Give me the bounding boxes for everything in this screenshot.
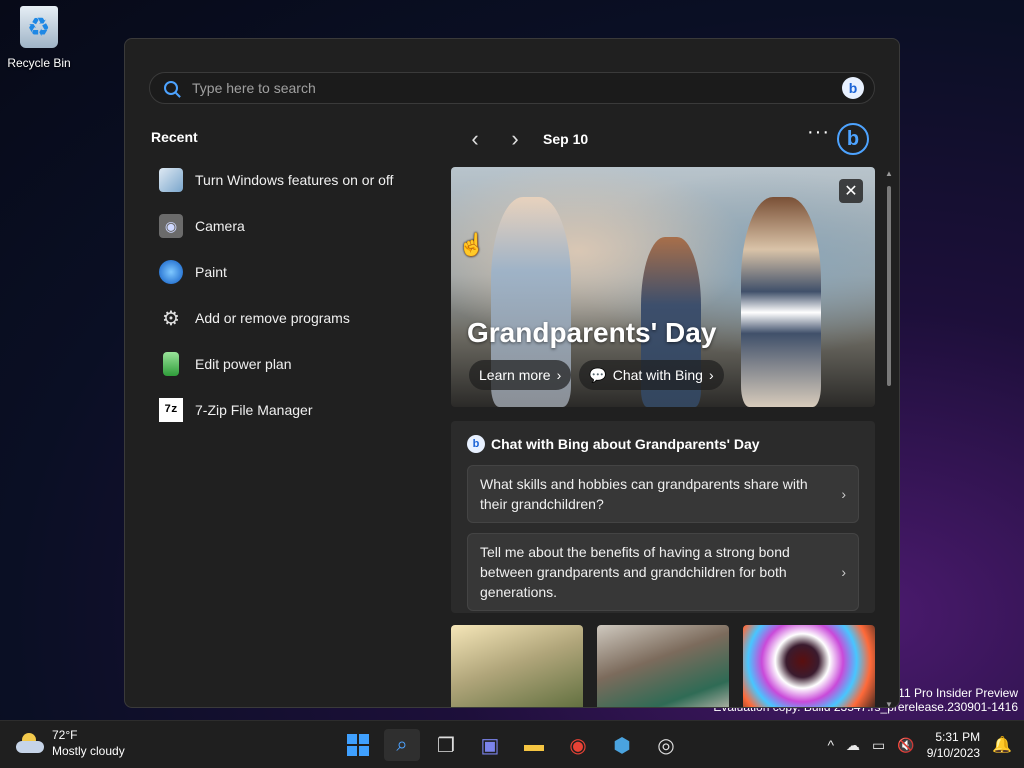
show-hidden-icons-chevron-icon[interactable]: ^ [827, 737, 834, 753]
bing-chat-icon[interactable]: b [837, 123, 869, 155]
chevron-right-icon: › [841, 486, 846, 502]
windows-logo-icon [347, 734, 369, 756]
clock-time: 5:31 PM [935, 730, 981, 744]
7zip-icon: 7z [159, 398, 183, 422]
search-input[interactable] [192, 80, 842, 96]
recent-list: Turn Windows features on or off ◉ Camera… [159, 157, 429, 433]
recent-item-label: Edit power plan [195, 356, 292, 372]
power-plan-icon [163, 352, 179, 376]
scroll-up-icon[interactable]: ▲ [885, 169, 893, 178]
thumbnail-row [451, 625, 875, 707]
bing-icon: b [467, 435, 485, 453]
taskbar: 72°F Mostly cloudy ⌕ ❐ ▣ ▬ ◉ ⬢ ◎ ^ ☁ ▭ 🔇… [0, 720, 1024, 768]
system-tray: ^ ☁ ▭ 🔇 5:31 PM 9/10/2023 🔔 [827, 729, 1012, 761]
search-button[interactable]: ⌕ [384, 729, 420, 761]
search-icon: ⌕ [396, 733, 408, 756]
more-options-button[interactable]: ··· [807, 121, 830, 144]
start-button[interactable] [340, 729, 376, 761]
search-icon [164, 81, 178, 95]
learn-more-button[interactable]: Learn more › [469, 360, 572, 390]
previous-day-button[interactable]: ‹ [455, 126, 495, 152]
folder-icon: ▬ [524, 733, 544, 756]
teams-button[interactable]: ▣ [472, 729, 508, 761]
paint-icon [159, 260, 183, 284]
chat-prompt-1[interactable]: What skills and hobbies can grandparents… [467, 465, 859, 523]
chat-with-bing-label: Chat with Bing [612, 367, 703, 383]
chat-prompt-text: Tell me about the benefits of having a s… [480, 544, 790, 600]
chrome-icon: ◉ [569, 734, 587, 757]
thumbnail-card[interactable] [597, 625, 729, 707]
chat-with-bing-button[interactable]: 💬 Chat with Bing › [579, 360, 724, 390]
obs-button[interactable]: ◎ [648, 729, 684, 761]
chevron-right-icon: › [708, 367, 714, 383]
onedrive-cloud-icon[interactable]: ☁ [846, 737, 860, 754]
notification-bell-icon[interactable]: 🔔 [992, 735, 1012, 755]
clock[interactable]: 5:31 PM 9/10/2023 [927, 729, 980, 761]
chevron-right-icon: › [556, 367, 562, 383]
feed-nav-row: ‹ › Sep 10 ··· b [455, 121, 875, 155]
recycle-bin-icon [20, 6, 58, 48]
learn-more-label: Learn more [479, 367, 551, 383]
gear-icon: ⚙ [162, 307, 180, 330]
chat-prompt-2[interactable]: Tell me about the benefits of having a s… [467, 533, 859, 611]
hero-actions: Learn more › 💬 Chat with Bing › [469, 360, 724, 390]
thumbnail-card[interactable] [743, 625, 875, 707]
recent-item-7zip[interactable]: 7z 7-Zip File Manager [159, 387, 429, 433]
recycle-bin-desktop-icon[interactable]: Recycle Bin [6, 6, 72, 72]
weather-text: 72°F Mostly cloudy [52, 727, 125, 759]
bing-chat-card: b Chat with Bing about Grandparents' Day… [451, 421, 875, 613]
weather-condition: Mostly cloudy [52, 744, 125, 758]
recent-item-camera[interactable]: ◉ Camera [159, 203, 429, 249]
recent-item-label: Paint [195, 264, 227, 280]
obs-icon: ◎ [657, 734, 675, 757]
recent-item-edit-power-plan[interactable]: Edit power plan [159, 341, 429, 387]
hero-title: Grandparents' Day [467, 317, 717, 348]
scrollbar-thumb[interactable] [887, 186, 891, 386]
recent-item-add-remove-programs[interactable]: ⚙ Add or remove programs [159, 295, 429, 341]
recent-item-label: 7-Zip File Manager [195, 402, 313, 418]
chat-prompt-text: What skills and hobbies can grandparents… [480, 476, 808, 512]
chat-card-title: Chat with Bing about Grandparents' Day [491, 436, 760, 452]
teams-icon: ▣ [480, 734, 500, 757]
recent-item-label: Add or remove programs [195, 310, 350, 326]
network-icon[interactable]: ▭ [872, 737, 885, 754]
recent-heading: Recent [151, 129, 198, 145]
feed-scrollbar[interactable]: ▲ ▼ [885, 169, 893, 707]
camera-icon: ◉ [159, 214, 183, 238]
recent-item-windows-features[interactable]: Turn Windows features on or off [159, 157, 429, 203]
task-view-button[interactable]: ❐ [428, 729, 464, 761]
hero-card[interactable]: ✕ Grandparents' Day Learn more › 💬 Chat … [451, 167, 875, 407]
chat-bubble-icon: 💬 [589, 366, 607, 383]
taskbar-apps: ⌕ ❐ ▣ ▬ ◉ ⬢ ◎ [340, 729, 684, 761]
clock-date: 9/10/2023 [926, 746, 981, 760]
chrome-button[interactable]: ◉ [560, 729, 596, 761]
scroll-down-icon[interactable]: ▼ [885, 700, 893, 707]
hand-cursor-icon: ☝ [458, 232, 486, 257]
recent-item-paint[interactable]: Paint [159, 249, 429, 295]
search-bar[interactable]: b [149, 72, 875, 104]
chat-card-header: b Chat with Bing about Grandparents' Day [467, 435, 859, 453]
weather-temperature: 72°F [52, 728, 78, 742]
next-day-button[interactable]: › [495, 126, 535, 152]
weather-widget[interactable]: 72°F Mostly cloudy [16, 727, 125, 759]
recent-item-label: Turn Windows features on or off [195, 172, 394, 188]
virtualbox-icon: ⬢ [613, 734, 631, 757]
feed-date: Sep 10 [543, 131, 589, 147]
windows-features-icon [159, 168, 183, 192]
search-panel: b Recent Turn Windows features on or off… [124, 38, 900, 708]
file-explorer-button[interactable]: ▬ [516, 729, 552, 761]
virtualbox-button[interactable]: ⬢ [604, 729, 640, 761]
volume-muted-icon[interactable]: 🔇 [897, 737, 914, 754]
chevron-right-icon: › [841, 564, 846, 580]
highlights-feed: ✕ Grandparents' Day Learn more › 💬 Chat … [451, 167, 875, 707]
partly-cloudy-icon [16, 733, 44, 753]
hero-figure-grandmother [741, 197, 821, 407]
thumbnail-card[interactable] [451, 625, 583, 707]
recycle-bin-label: Recycle Bin [7, 56, 71, 70]
close-icon[interactable]: ✕ [839, 179, 863, 203]
task-view-icon: ❐ [437, 734, 455, 757]
bing-icon[interactable]: b [842, 77, 864, 99]
recent-item-label: Camera [195, 218, 245, 234]
